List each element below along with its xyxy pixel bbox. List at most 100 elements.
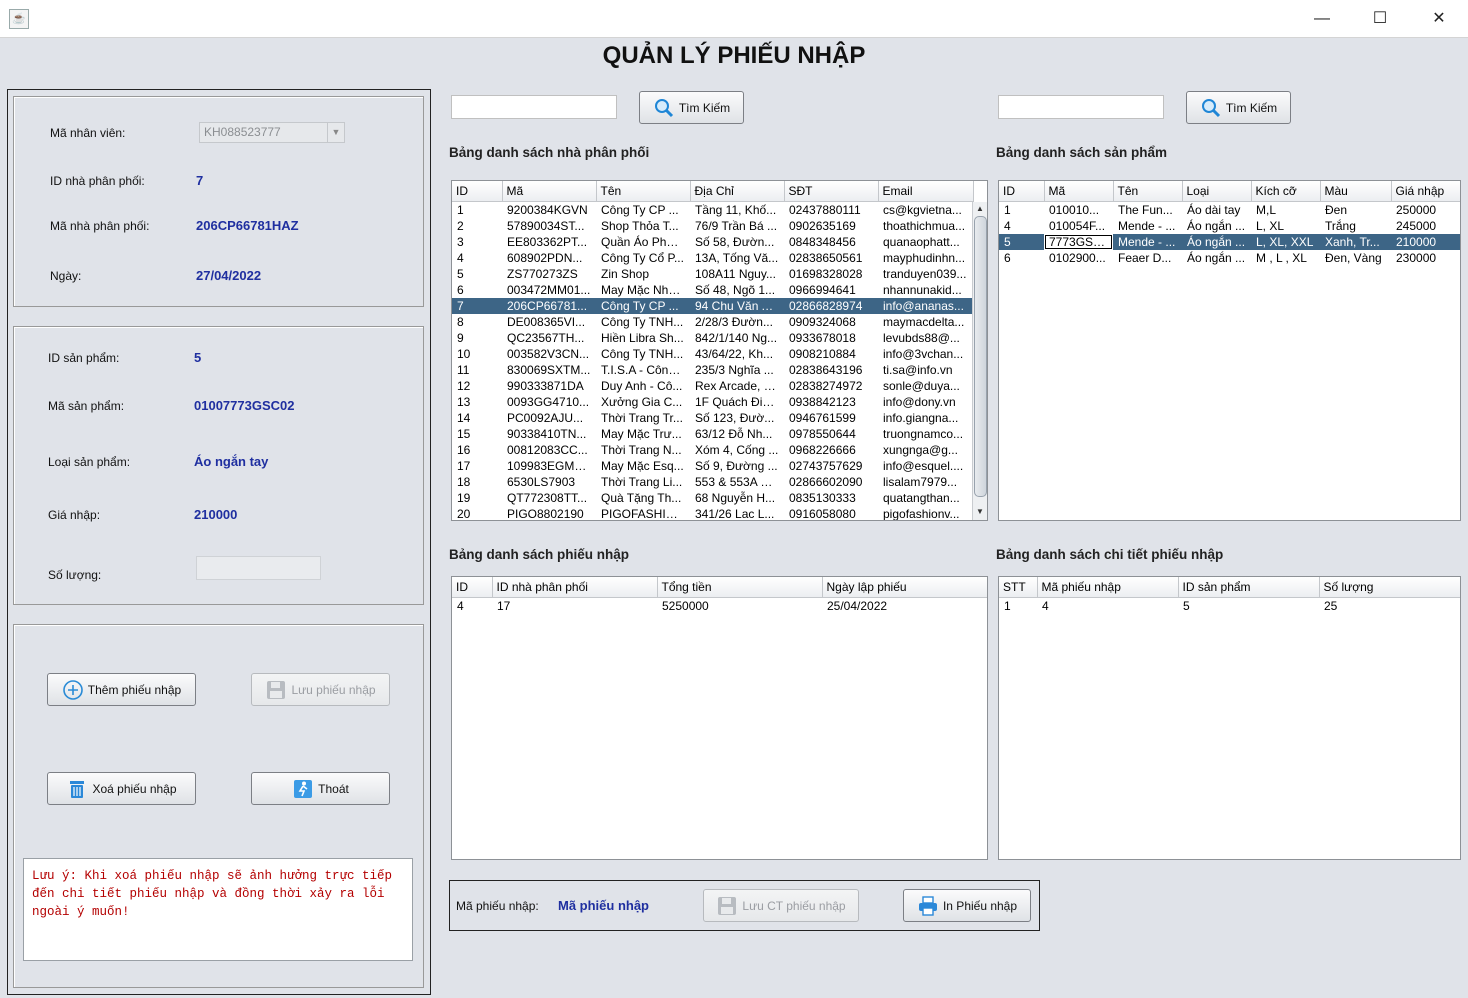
table-cell[interactable]: Shop Thỏa T... — [596, 218, 690, 234]
table-cell[interactable]: May Mặc Esq... — [596, 458, 690, 474]
table-cell[interactable]: Công Ty TNH... — [596, 314, 690, 330]
table-cell[interactable]: 02838274972 — [784, 378, 878, 394]
table-cell[interactable]: 13A, Tống Vă... — [690, 250, 784, 266]
table-cell[interactable]: quatangthan... — [878, 490, 973, 506]
table-cell[interactable]: QC23567TH... — [502, 330, 596, 346]
table-cell[interactable]: 109983EGMVN — [502, 458, 596, 474]
column-header[interactable]: Địa Chỉ — [690, 181, 785, 202]
maximize-button[interactable]: ☐ — [1351, 0, 1409, 37]
table-cell[interactable]: T.I.S.A - Công... — [596, 362, 690, 378]
table-cell[interactable]: 2 — [452, 218, 502, 234]
table-cell[interactable]: 2/28/3 Đườn... — [690, 314, 784, 330]
table-cell[interactable]: L, XL — [1251, 218, 1320, 234]
table-cell[interactable]: Zin Shop — [596, 266, 690, 282]
table-cell[interactable]: Công Ty Cổ P... — [596, 250, 690, 266]
table-cell[interactable]: 108A11 Nguy... — [690, 266, 784, 282]
table-cell[interactable]: 18 — [452, 474, 502, 490]
table-row[interactable]: 3 EE803362PT... Quần Áo Phát... Số 58, Đườn… — [452, 234, 973, 250]
table-cell[interactable]: 5 — [1178, 598, 1319, 615]
table-cell[interactable]: info@3vchan... — [878, 346, 973, 362]
table-cell[interactable]: 02866828974 — [784, 298, 878, 314]
print-receipt-button[interactable]: In Phiếu nhập — [903, 889, 1031, 922]
table-cell[interactable]: 003582V3CN... — [502, 346, 596, 362]
table-cell[interactable]: Xanh, Tr... — [1320, 234, 1391, 250]
table-cell[interactable]: 25 — [1319, 598, 1460, 615]
table-cell[interactable]: 6 — [452, 282, 502, 298]
table-cell[interactable]: PIGOFASHIO... — [596, 506, 690, 520]
scroll-down-arrow-icon[interactable]: ▼ — [976, 507, 984, 516]
table-cell[interactable]: 010010... — [1044, 202, 1113, 219]
table-cell[interactable]: levubds88@... — [878, 330, 973, 346]
table-cell[interactable]: 02743757629 — [784, 458, 878, 474]
table-cell[interactable]: QT772308TT... — [502, 490, 596, 506]
table-cell[interactable]: 16 — [452, 442, 502, 458]
table-cell[interactable]: 6530LS7903 — [502, 474, 596, 490]
table-cell[interactable]: Hiền Libra Sh... — [596, 330, 690, 346]
table-row[interactable]: 6 0102900... Feaer D... Áo ngắn ... M , L , … — [999, 250, 1460, 266]
table-cell[interactable]: 13 — [452, 394, 502, 410]
table-cell[interactable]: 0968226666 — [784, 442, 878, 458]
column-header[interactable]: Giá nhập — [1391, 181, 1460, 202]
table-row[interactable]: 7 206CP66781... Công Ty CP ... 94 Chu Văn A… — [452, 298, 973, 314]
table-cell[interactable]: 00812083CC... — [502, 442, 596, 458]
table-cell[interactable]: 19 — [452, 490, 502, 506]
table-cell[interactable]: Số 58, Đườn... — [690, 234, 784, 250]
table-cell[interactable]: 4 — [1037, 598, 1178, 615]
table-row[interactable]: 10 003582V3CN... Công Ty TNH... 43/64/22, K… — [452, 346, 973, 362]
table-cell[interactable]: 245000 — [1391, 218, 1460, 234]
table-cell[interactable]: 01698328028 — [784, 266, 878, 282]
table-cell[interactable]: M,L — [1251, 202, 1320, 219]
table-cell[interactable]: 02437880111 — [784, 202, 878, 219]
table-row[interactable]: 20 PIGO8802190 PIGOFASHIO... 341/26 Lac L..… — [452, 506, 973, 520]
product-search-input[interactable] — [998, 95, 1164, 119]
table-cell[interactable]: sonle@duya... — [878, 378, 973, 394]
table-row[interactable]: 6 003472MM01... May Mặc Nhà... Số 48, Ngõ 1… — [452, 282, 973, 298]
table-cell[interactable]: 12 — [452, 378, 502, 394]
table-cell[interactable]: info@dony.vn — [878, 394, 973, 410]
table-row[interactable]: 9 QC23567TH... Hiền Libra Sh... 842/1/140 N… — [452, 330, 973, 346]
table-cell[interactable]: Áo ngắn ... — [1182, 234, 1251, 250]
exit-button[interactable]: Thoát — [251, 772, 390, 805]
save-receipt-button[interactable]: Lưu phiếu nhập — [251, 673, 390, 706]
table-cell[interactable]: 17 — [452, 458, 502, 474]
column-header[interactable]: Email — [878, 181, 974, 202]
column-header[interactable]: STT — [999, 577, 1038, 598]
table-cell[interactable]: 9200384KGVN — [502, 202, 596, 219]
table-cell[interactable]: Áo ngắn ... — [1182, 250, 1251, 266]
quantity-field[interactable] — [196, 556, 321, 580]
table-cell[interactable]: 7 — [452, 298, 502, 314]
distributors-scroll-thumb[interactable] — [974, 216, 987, 497]
table-cell[interactable]: 0978550644 — [784, 426, 878, 442]
product-search-button[interactable]: Tìm Kiếm — [1186, 91, 1291, 124]
column-header[interactable]: Tên — [596, 181, 691, 202]
table-cell[interactable]: PC0092AJU... — [502, 410, 596, 426]
save-detail-button[interactable]: Lưu CT phiếu nhập — [703, 889, 859, 922]
column-header[interactable]: Tổng tiền — [657, 577, 823, 598]
table-row[interactable]: 2 57890034ST... Shop Thỏa T... 76/9 Trần Bá… — [452, 218, 973, 234]
close-button[interactable]: ✕ — [1410, 0, 1468, 37]
table-cell[interactable]: 5250000 — [657, 598, 822, 615]
column-header[interactable]: ID — [452, 181, 503, 202]
table-cell[interactable]: 5 — [452, 266, 502, 282]
employee-combobox[interactable]: KH088523777 ▼ — [199, 122, 345, 143]
table-cell[interactable]: 830069SXTM... — [502, 362, 596, 378]
table-cell[interactable]: truongnamco... — [878, 426, 973, 442]
table-row[interactable]: 16 00812083CC... Thời Trang N... Xóm 4, Cốn… — [452, 442, 973, 458]
table-row[interactable]: 19 QT772308TT... Quà Tặng Th... 68 Nguyễn H… — [452, 490, 973, 506]
table-cell[interactable]: 4 — [999, 218, 1044, 234]
table-cell[interactable]: 1 — [999, 598, 1037, 615]
table-row[interactable]: 5 ZS770273ZS Zin Shop 108A11 Nguy... 0169832… — [452, 266, 973, 282]
table-cell[interactable]: Đen, Vàng — [1320, 250, 1391, 266]
table-cell[interactable]: The Fun... — [1113, 202, 1182, 219]
table-row[interactable]: 13 0093GG4710... Xưởng Gia C... 1F Quách Đi… — [452, 394, 973, 410]
table-cell[interactable]: 5 — [999, 234, 1044, 250]
table-cell[interactable]: M , L , XL — [1251, 250, 1320, 266]
table-cell[interactable]: 02866602090 — [784, 474, 878, 490]
table-cell[interactable]: pigofashionv... — [878, 506, 973, 520]
column-header[interactable]: Tên — [1113, 181, 1183, 202]
column-header[interactable]: ID sản phẩm — [1178, 577, 1320, 598]
table-cell[interactable]: cs@kgvietna... — [878, 202, 973, 219]
table-cell[interactable]: Số 123, Đườ... — [690, 410, 784, 426]
table-cell[interactable]: 17 — [492, 598, 657, 615]
table-cell[interactable]: 25/04/2022 — [822, 598, 987, 615]
